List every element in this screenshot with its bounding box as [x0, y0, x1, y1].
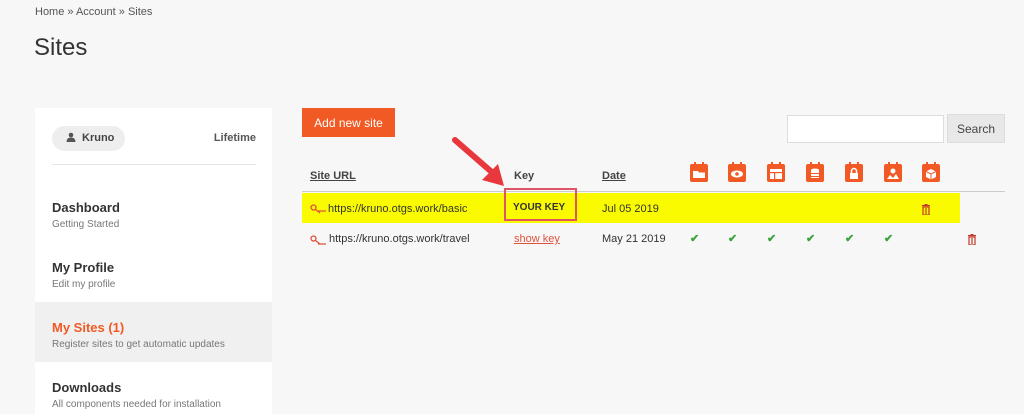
check-icon: ✔ — [845, 233, 855, 245]
search-input[interactable] — [787, 115, 944, 143]
show-key-link[interactable]: show key — [514, 233, 560, 245]
nav-title: Dashboard — [52, 200, 120, 215]
column-header-date[interactable]: Date — [602, 170, 626, 182]
column-header-key: Key — [514, 170, 535, 182]
delete-icon[interactable] — [921, 204, 931, 215]
site-link-icon[interactable] — [310, 204, 326, 214]
add-new-site-button[interactable]: Add new site — [302, 108, 395, 137]
nav-subtitle: Register sites to get automatic updates — [52, 339, 225, 350]
user-icon — [66, 132, 76, 142]
check-icon: ✔ — [884, 233, 894, 245]
nav-title: Downloads — [52, 380, 122, 395]
map-icon — [884, 162, 902, 182]
site-link-icon[interactable] — [310, 235, 326, 245]
nav-item-downloads[interactable]: Downloads All components needed for inst… — [35, 362, 272, 414]
nav-title: My Sites (1) — [52, 320, 125, 335]
annotation-highlight-box — [504, 188, 577, 221]
folder-icon — [690, 162, 708, 182]
nav-item-my-profile[interactable]: My Profile Edit my profile — [35, 242, 272, 302]
check-icon: ✔ — [767, 233, 777, 245]
check-icon: ✔ — [728, 233, 738, 245]
nav-item-my-sites[interactable]: My Sites (1) Register sites to get autom… — [35, 302, 272, 362]
site-url[interactable]: https://kruno.otgs.work/travel — [329, 233, 470, 245]
eye-icon — [728, 162, 746, 182]
nav-item-dashboard[interactable]: Dashboard Getting Started — [35, 182, 272, 242]
check-icon: ✔ — [806, 233, 816, 245]
site-date: May 21 2019 — [602, 233, 666, 245]
site-url[interactable]: https://kruno.otgs.work/basic — [328, 203, 467, 215]
nav-subtitle: All components needed for installation — [52, 399, 221, 410]
user-name: Kruno — [82, 132, 115, 144]
site-date: Jul 05 2019 — [602, 203, 659, 215]
delete-icon[interactable] — [967, 234, 977, 245]
divider — [52, 164, 256, 165]
plan-label: Lifetime — [213, 132, 256, 144]
user-badge[interactable]: Kruno — [52, 126, 125, 151]
column-header-site-url[interactable]: Site URL — [310, 170, 356, 182]
nav-subtitle: Getting Started — [52, 219, 120, 230]
table-header-divider — [302, 191, 1005, 192]
page-title: Sites — [34, 34, 88, 61]
layout-icon — [767, 162, 785, 182]
search-button[interactable]: Search — [947, 114, 1005, 143]
lock-icon — [845, 162, 863, 182]
database-icon — [806, 162, 824, 182]
package-icon — [922, 162, 940, 182]
check-icon: ✔ — [690, 233, 700, 245]
breadcrumb[interactable]: Home » Account » Sites — [35, 6, 152, 18]
nav-title: My Profile — [52, 260, 115, 275]
sidebar: Kruno Lifetime Dashboard Getting Started… — [35, 108, 272, 414]
annotation-arrow-icon — [452, 137, 504, 186]
nav-subtitle: Edit my profile — [52, 279, 116, 290]
